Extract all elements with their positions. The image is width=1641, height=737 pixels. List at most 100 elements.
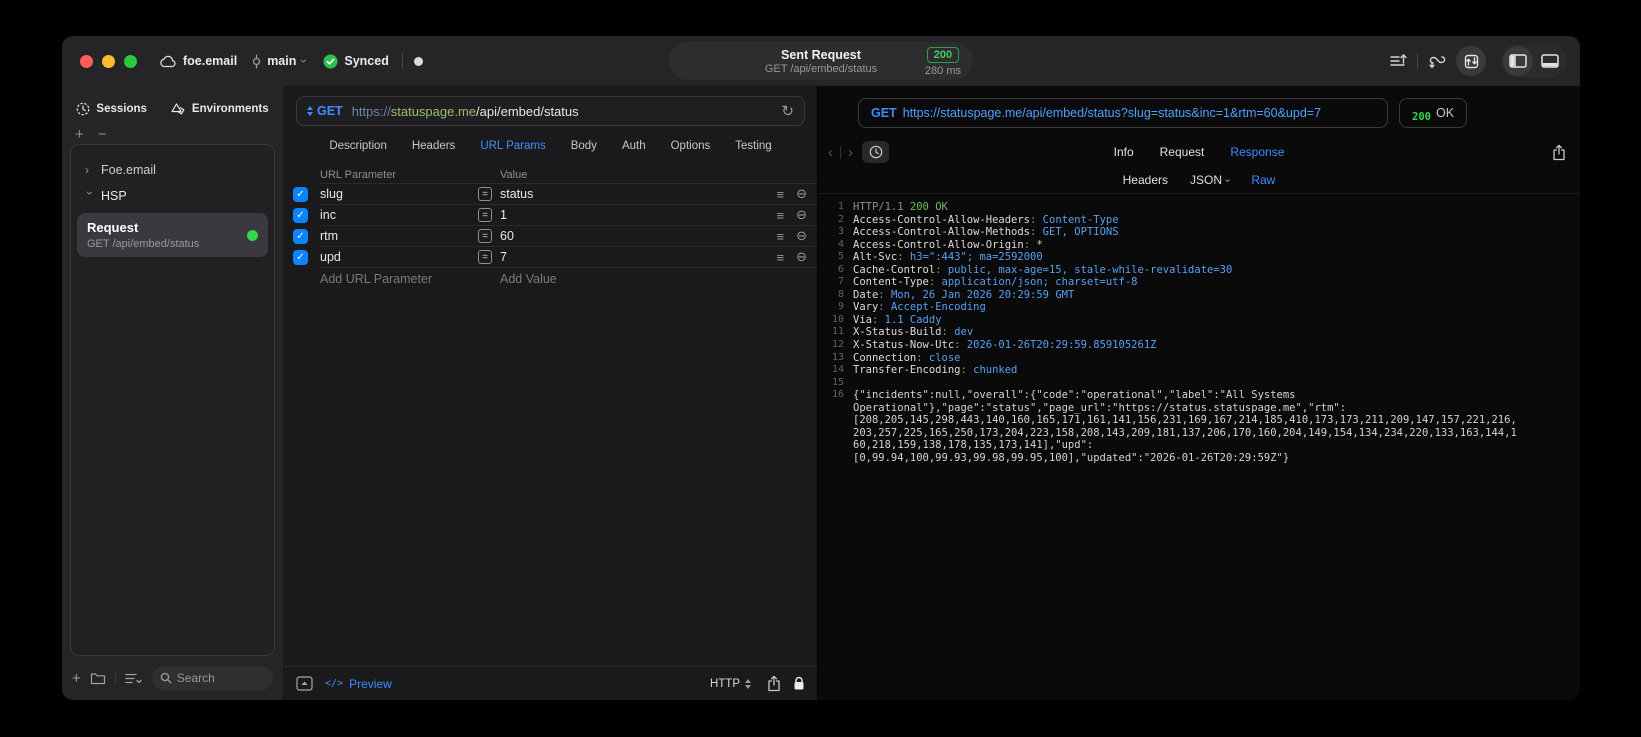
request-item-name: Request <box>87 220 139 235</box>
reorder-icon[interactable]: ≡ <box>777 187 785 202</box>
param-name-field[interactable]: inc <box>320 208 478 222</box>
add-request-button[interactable]: + <box>72 671 81 686</box>
remove-param-icon[interactable]: ⊖ <box>796 207 807 223</box>
param-value-field[interactable]: 60 <box>500 229 765 243</box>
reorder-icon[interactable]: ≡ <box>777 250 785 265</box>
transfer-box-button[interactable] <box>1456 46 1486 76</box>
tree-item-foe-email[interactable]: › Foe.email <box>77 157 268 183</box>
param-value-field[interactable]: 1 <box>500 208 765 222</box>
export-response-button[interactable] <box>1552 144 1566 161</box>
sync-loop-button[interactable] <box>1427 53 1447 70</box>
close-button[interactable] <box>80 54 93 68</box>
line-text: Operational"},"page":"status","page_url"… <box>853 401 1347 414</box>
divider <box>1417 53 1418 69</box>
tab-testing[interactable]: Testing <box>735 140 771 152</box>
lock-icon[interactable] <box>793 676 805 691</box>
request-url-bar[interactable]: GET https://statuspage.me/api/embed/stat… <box>296 96 805 126</box>
tab-options[interactable]: Options <box>671 140 711 152</box>
preview-button[interactable]: </> Preview <box>325 677 392 691</box>
project-button[interactable]: foe.email <box>159 54 237 68</box>
remove-session-button[interactable]: − <box>98 126 107 143</box>
request-method[interactable]: GET <box>317 104 343 118</box>
line-number: 2 <box>837 213 844 225</box>
share-request-button[interactable] <box>767 675 781 692</box>
search-input[interactable]: Search <box>151 666 273 690</box>
tree-item-label: HSP <box>101 189 127 203</box>
tab-sessions[interactable]: Sessions <box>76 102 147 116</box>
add-url-parameter-field[interactable]: Add URL Parameter <box>320 272 478 286</box>
response-line: 6 Cache-Control: public, max-age=15, stal… <box>818 264 1580 277</box>
remove-param-icon[interactable]: ⊖ <box>796 186 807 202</box>
tab-body[interactable]: Body <box>571 140 597 152</box>
param-checkbox[interactable]: ✓ <box>293 187 308 202</box>
response-line: 13 Connection: close <box>818 352 1580 365</box>
param-value-field[interactable]: status <box>500 187 765 201</box>
send-queue-button[interactable] <box>1389 53 1408 69</box>
view-tab-json[interactable]: JSON › <box>1190 173 1233 187</box>
tab-description[interactable]: Description <box>329 140 387 152</box>
param-checkbox[interactable]: ✓ <box>293 250 308 265</box>
chevron-down-icon: › <box>297 59 312 63</box>
add-param-row: Add URL Parameter Add Value <box>284 268 817 289</box>
sent-request-title: Sent Request <box>781 47 861 62</box>
resend-icon[interactable]: ↻ <box>781 102 794 120</box>
param-checkbox[interactable]: ✓ <box>293 229 308 244</box>
tab-auth[interactable]: Auth <box>622 140 646 152</box>
line-number: 3 <box>837 226 844 238</box>
param-name-field[interactable]: upd <box>320 250 478 264</box>
request-item-subtitle: GET /api/embed/status <box>87 238 200 250</box>
line-text: Vary: Accept-Encoding <box>853 301 986 314</box>
new-folder-button[interactable] <box>90 672 106 685</box>
response-line: Operational"},"page":"status","page_url"… <box>818 402 1580 415</box>
sent-method: GET <box>871 106 897 120</box>
sidebar: Sessions Environments + − › Foe.email › … <box>62 86 284 700</box>
line-number <box>818 427 844 440</box>
minimize-button[interactable] <box>102 54 115 68</box>
response-line: 5 Alt-Svc: h3=":443"; ma=2592000 <box>818 251 1580 264</box>
line-number: 4 <box>837 238 844 250</box>
remove-param-icon[interactable]: ⊖ <box>796 228 807 244</box>
tab-request[interactable]: Request <box>1160 145 1205 159</box>
tab-info[interactable]: Info <box>1114 145 1134 159</box>
sent-request-pill[interactable]: Sent Request GET /api/embed/status 200 2… <box>669 42 973 80</box>
protocol-selector[interactable]: HTTP <box>710 678 755 690</box>
tab-response[interactable]: Response <box>1230 145 1284 159</box>
param-checkbox[interactable]: ✓ <box>293 208 308 223</box>
expand-editor-button[interactable] <box>296 676 313 691</box>
toggle-bottom-panel-button[interactable] <box>1535 46 1565 76</box>
line-text: Access-Control-Allow-Headers: Content-Ty… <box>853 213 1119 226</box>
tab-url-params[interactable]: URL Params <box>480 140 545 152</box>
params-table-header: URL Parameter Value <box>284 166 817 184</box>
tab-headers[interactable]: Headers <box>412 140 455 152</box>
view-tab-raw[interactable]: Raw <box>1251 173 1275 187</box>
reorder-icon[interactable]: ≡ <box>777 229 785 244</box>
remove-param-icon[interactable]: ⊖ <box>796 249 807 265</box>
view-tab-headers[interactable]: Headers <box>1123 173 1168 187</box>
response-view-tabs: Headers JSON › Raw <box>818 167 1580 194</box>
sent-request-url[interactable]: GET https://statuspage.me/api/embed/stat… <box>858 98 1388 128</box>
request-url-field[interactable]: https://statuspage.me/api/embed/status <box>352 104 579 119</box>
list-options-button[interactable] <box>125 672 143 685</box>
tree-item-hsp[interactable]: › HSP <box>77 183 268 209</box>
response-body[interactable]: 1 HTTP/1.1 200 OK 2 Access-Control-Allow-He… <box>818 194 1580 700</box>
response-line: 10 Via: 1.1 Caddy <box>818 314 1580 327</box>
sync-status[interactable]: Synced <box>323 54 389 69</box>
add-session-button[interactable]: + <box>75 126 84 143</box>
param-name-field[interactable]: rtm <box>320 229 478 243</box>
reorder-icon[interactable]: ≡ <box>777 208 785 223</box>
branch-selector[interactable]: main › <box>252 54 311 69</box>
param-row-rtm: ✓ rtm = 60 ≡ ⊖ <box>284 226 817 247</box>
tab-environments-label: Environments <box>191 103 269 115</box>
zoom-button[interactable] <box>124 54 137 68</box>
param-row-upd: ✓ upd = 7 ≡ ⊖ <box>284 247 817 268</box>
param-name-field[interactable]: slug <box>320 187 478 201</box>
response-line: [208,205,145,298,443,140,160,165,171,161… <box>818 414 1580 427</box>
line-number <box>818 439 844 452</box>
request-list-item-selected[interactable]: Request GET /api/embed/status <box>77 213 268 257</box>
line-text: [208,205,145,298,443,140,160,165,171,161… <box>853 414 1517 427</box>
tab-environments[interactable]: Environments <box>171 102 269 116</box>
line-number <box>818 402 844 415</box>
param-value-field[interactable]: 7 <box>500 250 765 264</box>
toggle-left-sidebar-button[interactable] <box>1503 46 1533 76</box>
add-value-field[interactable]: Add Value <box>500 272 557 286</box>
